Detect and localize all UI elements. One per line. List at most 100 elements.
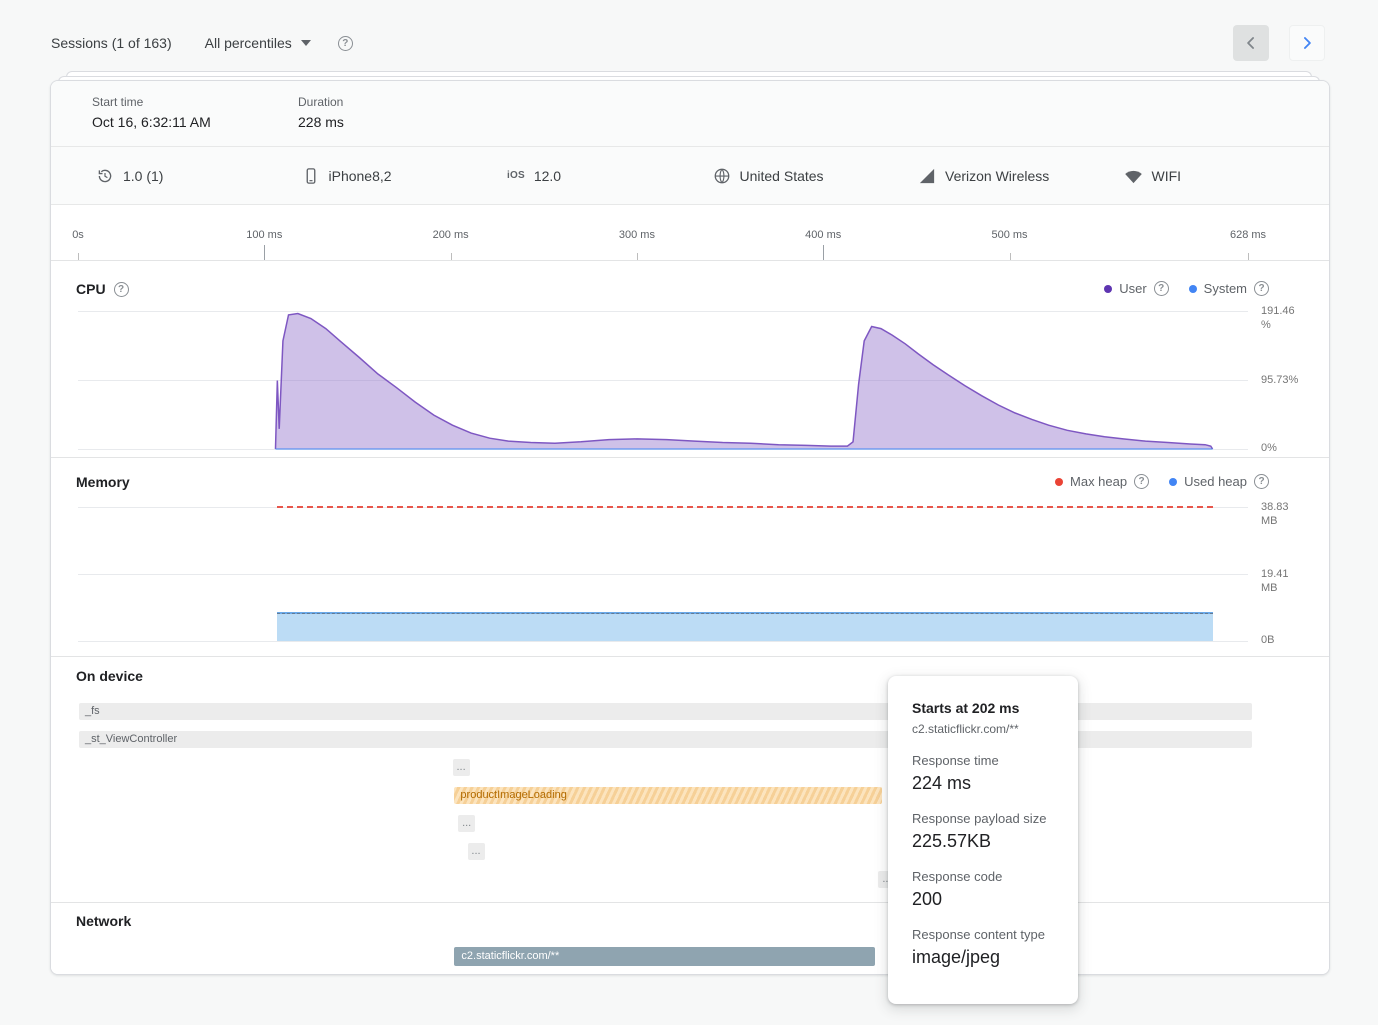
os-version-item: iOS 12.0 <box>507 168 713 184</box>
cell-signal-icon <box>918 167 936 185</box>
timeline-tick-mark <box>1010 253 1011 260</box>
used-heap-legend-dot <box>1169 478 1177 486</box>
percentiles-dropdown[interactable]: All percentiles <box>205 35 311 51</box>
timeline-tick-label: 628 ms <box>1230 229 1266 241</box>
help-icon[interactable]: ? <box>338 36 353 51</box>
max-heap-help-icon[interactable]: ? <box>1134 474 1149 489</box>
cpu-user-area <box>275 314 1212 450</box>
os-version-value: 12.0 <box>534 168 561 184</box>
network-bar-c2-staticflickr[interactable]: c2.staticflickr.com/** <box>454 947 874 966</box>
duration-block: Duration 228 ms <box>298 95 504 146</box>
on-device-section: On device _fs_st_ViewController...produc… <box>51 657 1329 903</box>
app-version-item: 1.0 (1) <box>96 167 302 185</box>
globe-icon <box>713 167 731 185</box>
carrier-item: Verizon Wireless <box>918 167 1124 185</box>
response-payload-value: 225.57KB <box>912 831 1054 852</box>
radio-value: WIFI <box>1152 168 1182 184</box>
device-model-value: iPhone8,2 <box>329 168 392 184</box>
trace-bar-collapsed-3[interactable]: ... <box>468 843 485 860</box>
cpu-legend: User ? System ? <box>1104 281 1269 296</box>
timeline-tick-label: 100 ms <box>246 229 282 241</box>
previous-session-button[interactable] <box>1233 25 1269 61</box>
timeline-tick-mark <box>637 253 638 260</box>
app-version-icon <box>96 167 114 185</box>
memory-ymid-label: 19.41 MB <box>1261 568 1323 596</box>
response-content-type-value: image/jpeg <box>912 947 1054 968</box>
country-item: United States <box>713 167 919 185</box>
timeline-ruler-track[interactable]: 0s100 ms200 ms300 ms400 ms500 ms628 ms <box>78 205 1248 260</box>
response-payload-label: Response payload size <box>912 811 1054 826</box>
cpu-section-title: CPU ? <box>76 281 129 297</box>
smartphone-icon <box>302 167 320 185</box>
timeline-tick-mark <box>78 253 79 260</box>
memory-section: Memory Max heap ? Used heap ? <box>51 458 1329 657</box>
memory-ymax-label: 38.83 MB <box>1261 501 1323 529</box>
on-device-title: On device <box>76 668 143 684</box>
chevron-down-icon <box>301 40 311 46</box>
duration-value: 228 ms <box>298 114 504 130</box>
trace-bar-productImageLoading[interactable]: productImageLoading <box>454 787 882 804</box>
cpu-title-text: CPU <box>76 281 106 297</box>
session-detail-page: Sessions (1 of 163) All percentiles ? St… <box>0 0 1378 1025</box>
tooltip-url: c2.staticflickr.com/** <box>912 722 1054 736</box>
user-help-icon[interactable]: ? <box>1154 281 1169 296</box>
ios-icon: iOS <box>507 170 525 181</box>
response-time-value: 224 ms <box>912 773 1054 794</box>
timeline-tick-mark <box>823 245 824 260</box>
start-time-value: Oct 16, 6:32:11 AM <box>92 114 298 130</box>
session-nav <box>1233 25 1325 61</box>
cpu-ymax-label: 191.46 % <box>1261 305 1323 333</box>
used-heap-help-icon[interactable]: ? <box>1254 474 1269 489</box>
memory-plot[interactable] <box>78 501 1248 641</box>
timeline-tick-label: 400 ms <box>805 229 841 241</box>
start-time-label: Start time <box>92 95 298 109</box>
cpu-section: CPU ? User ? System ? <box>51 261 1329 458</box>
percentiles-dropdown-label: All percentiles <box>205 35 292 51</box>
max-heap-legend-dot <box>1055 478 1063 486</box>
timeline-tick-label: 300 ms <box>619 229 655 241</box>
duration-label: Duration <box>298 95 504 109</box>
timeline-tick-mark <box>264 245 265 260</box>
network-title: Network <box>76 913 131 929</box>
memory-title-text: Memory <box>76 474 130 490</box>
timeline-tick-mark <box>1248 253 1249 260</box>
device-attributes-row: 1.0 (1) iPhone8,2 iOS 12.0 United States <box>51 147 1329 205</box>
timeline-tick-mark <box>451 253 452 260</box>
response-code-value: 200 <box>912 889 1054 910</box>
cpu-legend-user: User ? <box>1104 281 1168 296</box>
network-title-text: Network <box>76 913 131 929</box>
chevron-right-icon <box>1297 33 1317 53</box>
cpu-plot[interactable] <box>78 311 1248 449</box>
wifi-icon <box>1124 168 1143 184</box>
start-time-block: Start time Oct 16, 6:32:11 AM <box>92 95 298 146</box>
memory-ymin-label: 0B <box>1261 634 1323 648</box>
system-help-icon[interactable]: ? <box>1254 281 1269 296</box>
memory-legend: Max heap ? Used heap ? <box>1055 474 1269 489</box>
trace-bar-collapsed-2[interactable]: ... <box>458 815 475 832</box>
session-card: Start time Oct 16, 6:32:11 AM Duration 2… <box>50 80 1330 975</box>
cpu-legend-system: System ? <box>1189 281 1269 296</box>
memory-legend-max-heap: Max heap ? <box>1055 474 1149 489</box>
memory-gridline-bottom <box>78 641 1248 642</box>
radio-item: WIFI <box>1124 168 1330 184</box>
device-model-item: iPhone8,2 <box>302 167 508 185</box>
memory-section-title: Memory <box>76 474 130 490</box>
used-heap-band[interactable] <box>277 612 1212 641</box>
session-summary: Start time Oct 16, 6:32:11 AM Duration 2… <box>51 81 1329 147</box>
max-heap-line <box>277 506 1212 508</box>
memory-gridline-mid <box>78 574 1248 575</box>
cpu-ymin-label: 0% <box>1261 442 1323 456</box>
memory-legend-used-heap: Used heap ? <box>1169 474 1269 489</box>
user-legend-dot <box>1104 285 1112 293</box>
timeline-ruler: 0s100 ms200 ms300 ms400 ms500 ms628 ms <box>51 205 1329 261</box>
response-code-label: Response code <box>912 869 1054 884</box>
user-legend-label: User <box>1119 281 1146 296</box>
toolbar: Sessions (1 of 163) All percentiles ? <box>51 24 1325 62</box>
next-session-button[interactable] <box>1289 25 1325 61</box>
cpu-help-icon[interactable]: ? <box>114 282 129 297</box>
trace-bar-collapsed-1[interactable]: ... <box>453 759 470 776</box>
response-content-type-label: Response content type <box>912 927 1054 942</box>
response-time-label: Response time <box>912 753 1054 768</box>
max-heap-legend-label: Max heap <box>1070 474 1127 489</box>
timeline-tick-label: 500 ms <box>991 229 1027 241</box>
